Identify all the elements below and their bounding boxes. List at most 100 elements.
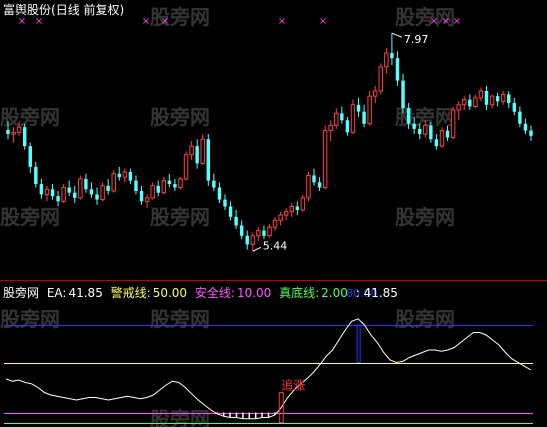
- candle-body: [217, 187, 222, 200]
- candle-body: [429, 125, 433, 140]
- candle-body: [44, 188, 50, 195]
- top-marker: ×: [442, 16, 450, 27]
- upper-cross-marker: [356, 324, 361, 363]
- candle-body: [89, 189, 94, 195]
- top-marker: ×: [18, 16, 26, 27]
- candle-body: [278, 214, 283, 221]
- candle-body: [200, 138, 205, 164]
- candle-body: [378, 66, 384, 92]
- candle-body: [245, 235, 249, 245]
- extra-value: : 41.85: [355, 286, 398, 300]
- top-marker: ×: [319, 16, 327, 27]
- signal-label: 追涨: [281, 378, 305, 393]
- warning-value: 50.00: [152, 286, 188, 300]
- candle-body: [456, 104, 461, 111]
- stock-chart: 股旁网 股旁网股旁网 股旁网 股旁网股旁网 股旁网 股旁网股旁网 股旁网 股旁网股旁网 × × ×…: [0, 5, 547, 427]
- top-marker: ×: [430, 16, 438, 27]
- chart-header: 富舆股份(日线 前复权): [3, 3, 124, 17]
- candle-body: [468, 99, 472, 107]
- bottom-value: 2.00: [321, 286, 348, 300]
- candle-body: [523, 123, 528, 131]
- top-marker: ×: [142, 16, 150, 27]
- candle-body: [367, 95, 372, 125]
- candle-body: [139, 190, 144, 202]
- candle-body: [384, 52, 389, 68]
- candle-body: [28, 146, 32, 167]
- bottom-label: 真底线:: [279, 286, 320, 300]
- candle-body: [117, 173, 122, 178]
- high-pointer: [391, 32, 403, 38]
- candle-body: [73, 192, 77, 198]
- candle-body: [183, 154, 189, 180]
- candle-body: [473, 97, 478, 107]
- watermark-text: 股旁网: [0, 205, 60, 229]
- candle-body: [306, 174, 311, 199]
- candle-body: [267, 226, 272, 237]
- watermark-text: 股旁网: [395, 205, 455, 229]
- candle-body: [150, 185, 155, 199]
- candle-body: [450, 109, 456, 139]
- candle-body: [250, 235, 256, 245]
- candle-body: [95, 194, 99, 200]
- candle-body: [161, 180, 167, 194]
- candle-body: [322, 130, 328, 189]
- candle-body: [390, 53, 394, 59]
- candle-body: [345, 120, 350, 133]
- low-pointer: [252, 246, 262, 252]
- candle-body: [417, 128, 422, 135]
- top-marker: ×: [278, 16, 286, 27]
- candle-body: [478, 90, 484, 99]
- candle-body: [195, 146, 199, 164]
- candle-body: [67, 187, 71, 193]
- candle-body: [462, 99, 467, 106]
- candle-body: [317, 182, 322, 188]
- candle-body: [484, 90, 489, 105]
- ea-series-line: [5, 318, 532, 420]
- candle-body: [212, 180, 216, 188]
- candle-body: [395, 58, 400, 81]
- candle-body: [512, 103, 517, 112]
- candle-body: [11, 131, 16, 135]
- candle-body: [239, 225, 244, 236]
- candle-body: [312, 175, 316, 183]
- candle-body: [401, 80, 405, 109]
- candle-body: [334, 112, 339, 126]
- candle-body: [144, 197, 150, 202]
- candle-body: [356, 104, 361, 112]
- candle-body: [84, 178, 88, 190]
- candle-body: [128, 172, 133, 181]
- candle-body: [228, 206, 233, 217]
- candle-body: [328, 124, 333, 132]
- stock-name: 富舆股份: [3, 3, 52, 17]
- chart-mode: (日线 前复权): [51, 3, 125, 17]
- safety-label: 安全线:: [194, 286, 235, 300]
- high-price-label: 7.97: [404, 33, 429, 46]
- watermark-text: 股旁网: [150, 205, 210, 229]
- watermark-text: 股旁网: [0, 105, 60, 129]
- candle-body: [189, 145, 194, 156]
- candle-body: [272, 219, 278, 228]
- candle-body: [423, 124, 428, 135]
- candle-body: [206, 139, 211, 181]
- candle-body: [134, 180, 138, 191]
- candle-body: [295, 206, 300, 210]
- watermark-text: 股旁网: [395, 307, 455, 331]
- candle-body: [50, 189, 55, 197]
- indicator-panel: [4, 318, 533, 424]
- top-marker: ×: [161, 16, 169, 27]
- candle-body: [16, 126, 22, 133]
- candle-body: [78, 178, 83, 199]
- candle-body: [406, 108, 411, 124]
- candle-body: [234, 216, 238, 226]
- candle-body: [106, 185, 110, 191]
- candle-body: [6, 129, 10, 135]
- candle-body: [350, 104, 356, 133]
- top-marker: ×: [35, 16, 43, 27]
- candle-body: [34, 166, 38, 185]
- candle-body: [518, 111, 522, 124]
- candle-body: [412, 123, 416, 129]
- candle-body: [61, 187, 66, 202]
- candle-body: [173, 184, 177, 188]
- candle-body: [39, 184, 44, 195]
- candle-body: [489, 95, 495, 106]
